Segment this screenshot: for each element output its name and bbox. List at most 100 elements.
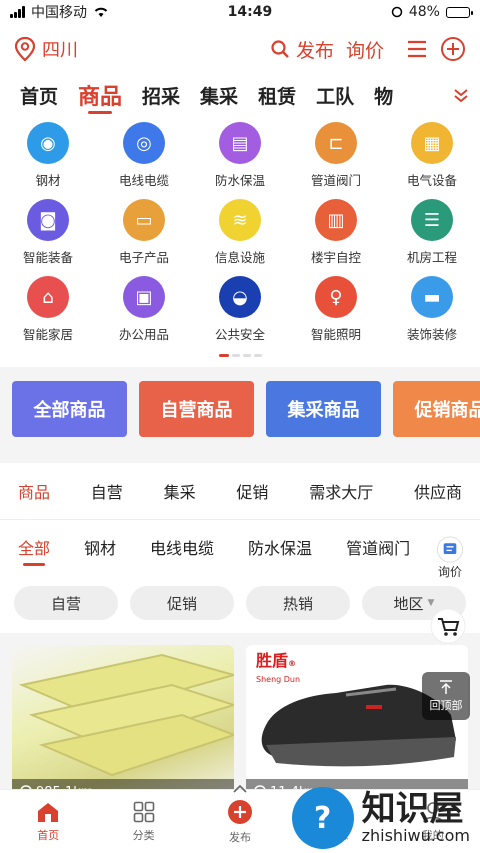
robot-icon: ◙: [27, 199, 69, 241]
battery-icon: [445, 6, 473, 18]
subtab-item[interactable]: 促销: [236, 479, 268, 503]
location-text: 四川: [42, 40, 78, 61]
category-label: 楼宇自控: [310, 250, 361, 265]
main-tabs: 首页 商品 招采 集采 租赁 工队 物: [0, 74, 480, 116]
subtab-item[interactable]: 商品: [18, 479, 50, 503]
category-label: 电气设备: [406, 173, 457, 188]
nav-category[interactable]: 分类: [133, 801, 155, 843]
server-icon: ☰: [411, 199, 453, 241]
tab-home[interactable]: 首页: [20, 74, 58, 116]
tab-bidding[interactable]: 招采: [142, 74, 180, 116]
nav-publish-label: 发布: [228, 830, 251, 844]
category-item[interactable]: ♀ 智能照明: [288, 276, 384, 343]
paint-roller-icon: ▬: [411, 276, 453, 318]
question-monitor-icon: ?: [291, 787, 354, 849]
category-label: 办公用品: [118, 327, 169, 342]
menu-icon[interactable]: [406, 39, 428, 59]
add-circle-icon[interactable]: [440, 36, 466, 62]
tab-crew[interactable]: 工队: [316, 74, 354, 116]
monitor-chart-icon: ▭: [123, 199, 165, 241]
category-item[interactable]: ☰ 机房工程: [384, 199, 480, 266]
pipe-valve-icon: ⊏: [315, 122, 357, 164]
category-label: 电子产品: [118, 250, 169, 265]
product-card[interactable]: 胜盾® Sheng Dun 11.4km: [246, 645, 468, 805]
category-item[interactable]: ▬ 装饰装修: [384, 276, 480, 343]
tab-logistics[interactable]: 物: [374, 74, 393, 116]
page-indicator: [0, 343, 480, 367]
category-tab-item[interactable]: 电线电缆: [150, 520, 214, 573]
subtab-item[interactable]: 供应商: [414, 479, 462, 503]
category-label: 智能装备: [22, 250, 73, 265]
nav-home[interactable]: 首页: [36, 801, 60, 843]
category-label: 钢材: [35, 173, 61, 188]
float-inquiry-button[interactable]: 询价: [428, 536, 472, 580]
status-bar: 中国移动 14:49 48%: [0, 0, 480, 24]
carrier: 中国移动: [31, 5, 87, 21]
category-item[interactable]: ▤ 防水保温: [192, 122, 288, 189]
building-icon: ▥: [315, 199, 357, 241]
product-card[interactable]: 985.1km: [12, 645, 234, 805]
steel-pipe-icon: ◉: [27, 122, 69, 164]
category-item[interactable]: ▥ 楼宇自控: [288, 199, 384, 266]
search-icon: [271, 40, 289, 58]
category-item[interactable]: ⌂ 智能家居: [0, 276, 96, 343]
cart-icon[interactable]: [430, 608, 466, 644]
watermark-url: zhishiwu.com: [361, 825, 470, 845]
subtab-item[interactable]: 集采: [164, 479, 196, 503]
publish-label: 发布: [295, 39, 334, 62]
category-item[interactable]: ≋ 信息设施: [192, 199, 288, 266]
nav-publish[interactable]: 发布: [227, 784, 253, 845]
category-item[interactable]: ▣ 办公用品: [96, 276, 192, 343]
helmet-icon: ◒: [219, 276, 261, 318]
top-header: 四川 发布 询价: [0, 24, 480, 74]
banner-1[interactable]: 自营商品: [139, 381, 254, 437]
category-tab-item[interactable]: 全部: [18, 520, 50, 573]
sub-tabs: 商品 自营 集采 促销 需求大厅 供应商: [0, 463, 480, 519]
filter-hot[interactable]: 热销: [246, 586, 350, 620]
location-selector[interactable]: 四川: [14, 36, 78, 62]
category-item[interactable]: ◙ 智能装备: [0, 199, 96, 266]
subtab-item[interactable]: 自营: [91, 479, 123, 503]
tab-group-buy[interactable]: 集采: [200, 74, 238, 116]
back-to-top-button[interactable]: 回顶部: [422, 672, 470, 720]
category-tab-item[interactable]: 防水保温: [248, 520, 312, 573]
category-item[interactable]: ▭ 电子产品: [96, 199, 192, 266]
banner-2[interactable]: 集采商品: [266, 381, 381, 437]
nav-category-label: 分类: [132, 828, 155, 842]
publish-button[interactable]: 发布: [270, 36, 334, 63]
category-grid: ◉ 钢材 ◎ 电线电缆 ▤ 防水保温 ⊏ 管道阀门 ▦ 电气设备 ◙ 智能装备 ▭ 电子产品 ≋ 信息设施 ▥ 楼…: [0, 116, 480, 343]
category-label: 电线电缆: [118, 173, 169, 188]
category-item[interactable]: ⊏ 管道阀门: [288, 122, 384, 189]
filter-self-run[interactable]: 自营: [14, 586, 118, 620]
subtab-item[interactable]: 需求大厅: [309, 479, 373, 503]
filter-promo[interactable]: 促销: [130, 586, 234, 620]
category-item[interactable]: ◎ 电线电缆: [96, 122, 192, 189]
category-label: 智能家居: [22, 327, 73, 342]
category-item[interactable]: ◉ 钢材: [0, 122, 96, 189]
banner-3[interactable]: 促销商品: [393, 381, 480, 437]
add-circle-icon: [227, 799, 252, 824]
cable-icon: ◎: [123, 122, 165, 164]
category-label: 机房工程: [406, 250, 457, 265]
chevron-down-icon[interactable]: [452, 86, 470, 104]
category-tab-item[interactable]: 钢材: [84, 520, 116, 573]
product-image: [18, 653, 234, 777]
wifi-icon: ≋: [219, 199, 261, 241]
category-tab-item[interactable]: 管道阀门: [346, 520, 410, 573]
back-to-top-label: 回顶部: [429, 699, 463, 712]
category-label: 智能照明: [310, 327, 361, 342]
inquiry-button[interactable]: 询价: [346, 36, 384, 63]
filter-row: 自营 促销 热销 地区 ▼: [0, 573, 480, 633]
watermark-title: 知识屋: [361, 788, 464, 829]
category-tabs: 全部钢材电线电缆防水保温管道阀门电: [0, 519, 480, 573]
tab-lease[interactable]: 租赁: [258, 74, 296, 116]
category-item[interactable]: ◒ 公共安全: [192, 276, 288, 343]
category-item[interactable]: ▦ 电气设备: [384, 122, 480, 189]
location-pin-icon: [14, 36, 36, 62]
category-label: 装饰装修: [406, 327, 457, 342]
waterproof-roll-icon: ▤: [219, 122, 261, 164]
electric-box-icon: ▦: [411, 122, 453, 164]
tab-goods[interactable]: 商品: [78, 74, 122, 116]
battery-percent: 48%: [408, 4, 440, 20]
banner-0[interactable]: 全部商品: [12, 381, 127, 437]
